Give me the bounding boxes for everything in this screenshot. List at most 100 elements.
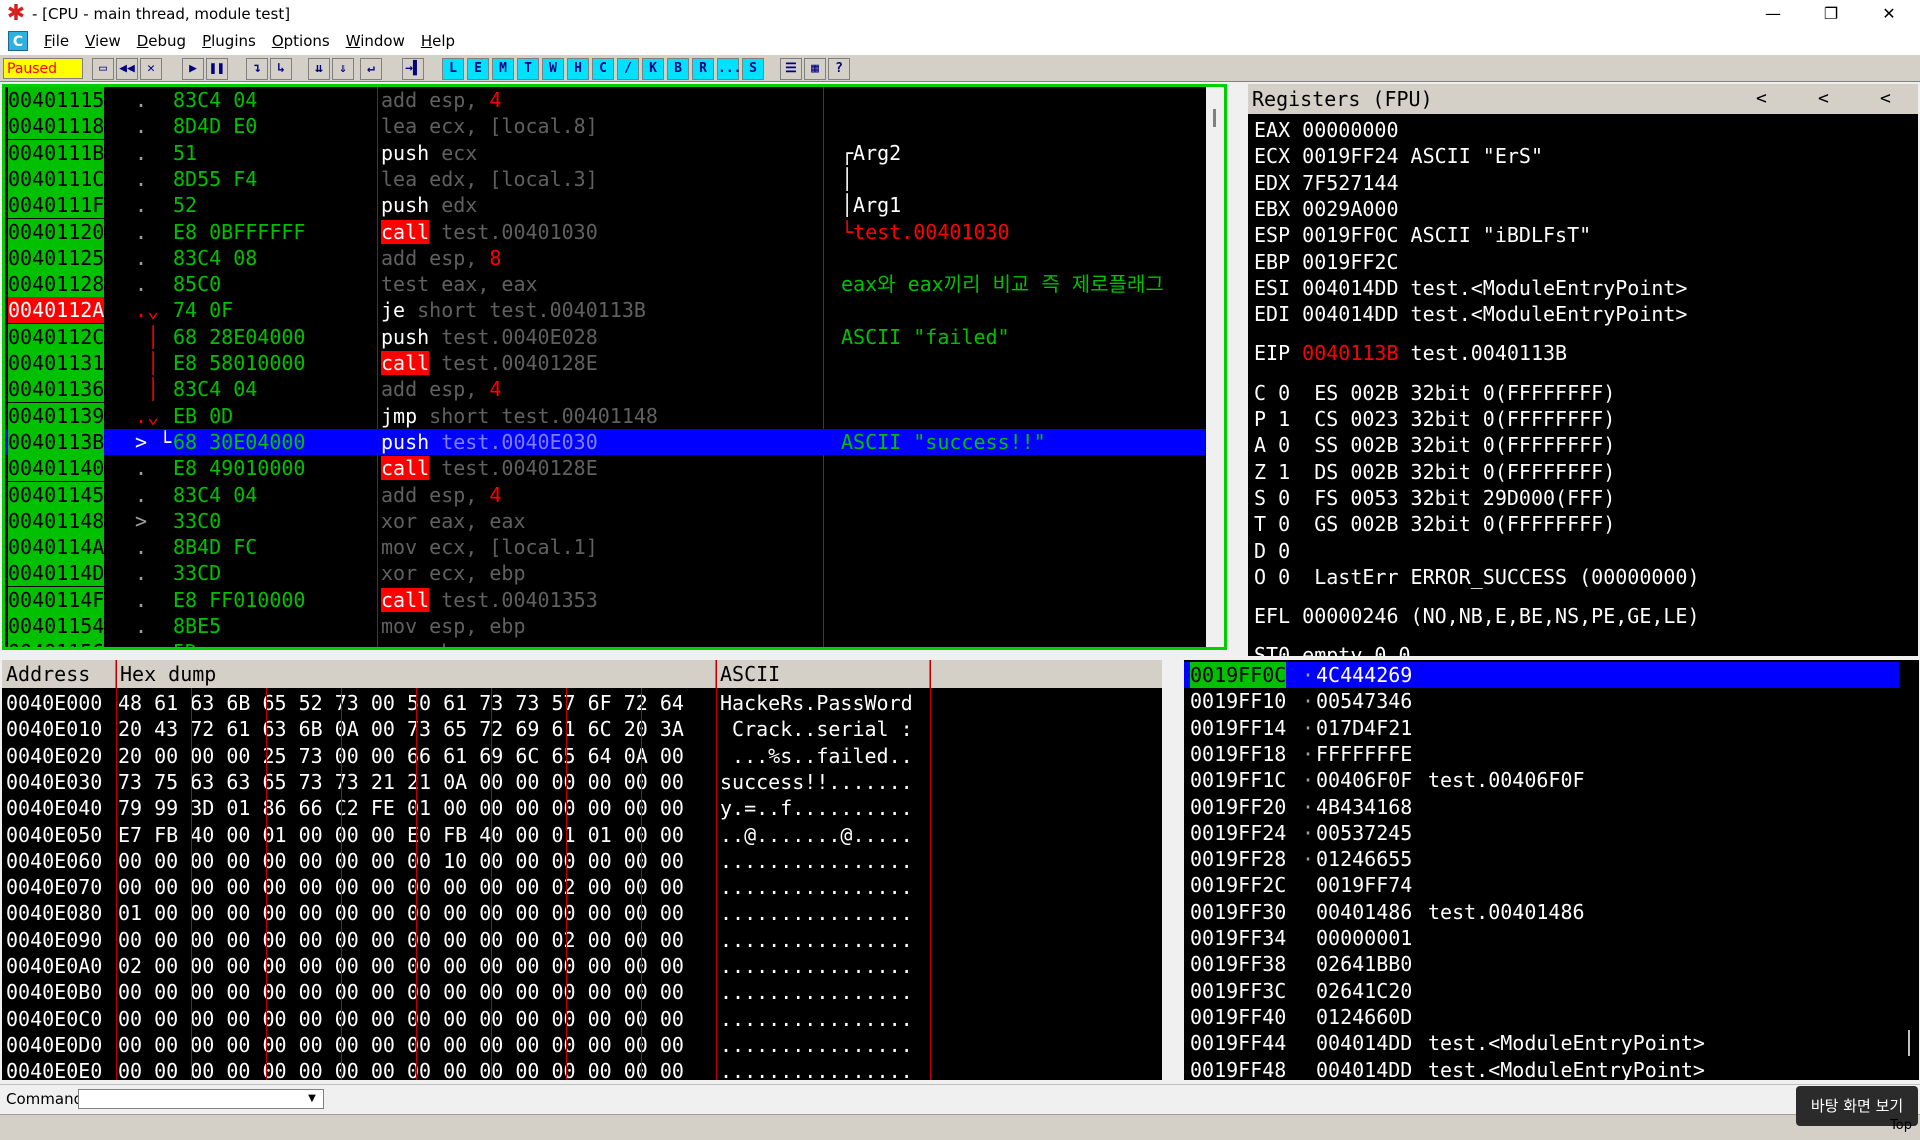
register-row[interactable]: O 0 LastErr ERROR_SUCCESS (00000000) — [1254, 565, 1700, 589]
prev-arrow-icon[interactable]: < — [1818, 84, 1829, 114]
menu-debug[interactable]: Debug — [137, 32, 186, 50]
disassembly-row[interactable]: 0040111F. 52 push edx │Arg1 — [5, 192, 1224, 219]
stack-row[interactable]: 0019FF40 0124660D — [1184, 1004, 1899, 1030]
disassembly-row[interactable]: 00401154. 8BE5 mov esp, ebp — [5, 613, 1224, 639]
stack-row[interactable]: 0019FF18 · FFFFFFFE — [1184, 741, 1899, 767]
dump-row[interactable]: 0040E070 00 00 00 00 00 00 00 00 00 00 00… — [2, 874, 932, 900]
window-button-h[interactable]: H — [567, 58, 589, 80]
dump-row[interactable]: 0040E0B0 00 00 00 00 00 00 00 00 00 00 00… — [2, 979, 932, 1005]
restore-button[interactable]: ❐ — [1802, 0, 1860, 28]
execute-till-return-icon[interactable]: ↵ — [360, 58, 382, 80]
window-button-k[interactable]: K — [642, 58, 664, 80]
trace-over-icon[interactable]: ⇓ — [332, 58, 354, 80]
menu-file[interactable]: File — [44, 32, 69, 50]
list-icon[interactable]: ☰ — [780, 58, 802, 80]
stack-row[interactable]: 0019FF14 · 017D4F21 — [1184, 715, 1899, 741]
chevron-down-icon[interactable]: ▼ — [302, 1090, 322, 1108]
stack-row[interactable]: 0019FF3C 02641C20 — [1184, 978, 1899, 1004]
column-header-address[interactable]: Address — [2, 660, 116, 688]
stack-pane[interactable]: 0019FF0C · 4C444269 0019FF10 · 00547346 0019FF… — [1184, 660, 1919, 1080]
menu-help[interactable]: Help — [421, 32, 455, 50]
disassembly-row[interactable]: 0040114F. E8 FF010000 call test.00401353 — [5, 586, 1224, 613]
close-icon[interactable]: ✕ — [140, 58, 162, 80]
window-button-e[interactable]: E — [467, 58, 489, 80]
stack-row[interactable]: 0019FF38 02641BB0 — [1184, 951, 1899, 977]
step-over-icon[interactable]: ↳ — [270, 58, 292, 80]
register-row[interactable]: EIP 0040113B test.0040113B — [1254, 341, 1567, 365]
register-value[interactable]: 0040113B — [1302, 341, 1398, 365]
disassembly-scrollbar[interactable] — [1206, 87, 1224, 647]
dump-row[interactable]: 0040E020 20 00 00 00 25 73 00 00 66 61 69… — [2, 743, 932, 769]
disassembly-row[interactable]: 00401145. 83C4 04 add esp, 4 — [5, 481, 1224, 508]
disassembly-row[interactable]: 00401136 │ 83C4 04 add esp, 4 — [5, 376, 1224, 403]
stack-row[interactable]: 0019FF34 00000001 — [1184, 925, 1899, 951]
register-row[interactable]: EDI 004014DD test.<ModuleEntryPoint> — [1254, 302, 1687, 326]
register-row[interactable]: A 0 SS 002B 32bit 0(FFFFFFFF) — [1254, 433, 1615, 457]
disassembly-row[interactable]: 00401120. E8 0BFFFFFF call test.00401030 └t… — [5, 218, 1224, 245]
register-row[interactable]: ESP 0019FF0C ASCII "iBDLFsT" — [1254, 223, 1591, 247]
column-header-ascii[interactable]: ASCII — [716, 660, 930, 688]
disassembly-row[interactable]: 0040111B. 51 push ecx ┌Arg2 — [5, 139, 1224, 166]
disassembly-row[interactable]: 0040112C │ 68 28E04000 push test.0040E028 A… — [5, 323, 1224, 350]
prev-arrow-icon[interactable]: < — [1880, 84, 1891, 114]
stack-scrollbar[interactable] — [1899, 660, 1919, 1080]
rewind-icon[interactable]: ◀◀ — [116, 58, 138, 80]
disassembly-row[interactable]: 0040114D. 33CD xor ecx, ebp — [5, 560, 1224, 587]
open-icon[interactable]: ▭ — [92, 58, 114, 80]
dump-row[interactable]: 0040E0C0 00 00 00 00 00 00 00 00 00 00 00… — [2, 1006, 932, 1032]
register-row[interactable]: ESI 004014DD test.<ModuleEntryPoint> — [1254, 276, 1687, 300]
dump-row[interactable]: 0040E050 E7 FB 40 00 01 00 00 00 E0 FB 40… — [2, 822, 932, 848]
disassembly-row[interactable]: 0040114A. 8B4D FC mov ecx, [local.1] — [5, 534, 1224, 561]
disassembly-row[interactable]: 00401148 >33C0 xor eax, eax — [5, 507, 1224, 534]
stack-row[interactable]: 0019FF48 004014DD test.<ModuleEntryPoint> — [1184, 1057, 1899, 1081]
pause-icon[interactable]: ❚❚ — [206, 58, 228, 80]
register-row[interactable]: P 1 CS 0023 32bit 0(FFFFFFFF) — [1254, 407, 1615, 431]
disassembly-row[interactable]: 0040111C. 8D55 F4 lea edx, [local.3] │ — [5, 165, 1224, 192]
dump-row[interactable]: 0040E090 00 00 00 00 00 00 00 00 00 00 00… — [2, 927, 932, 953]
register-row[interactable]: S 0 FS 0053 32bit 29D000(FFF) — [1254, 486, 1615, 510]
disassembly-row[interactable]: 00401115. 83C4 04 add esp, 4 — [5, 87, 1224, 113]
minimize-button[interactable]: — — [1744, 0, 1802, 28]
help-icon[interactable]: ? — [828, 58, 850, 80]
disassembly-pane[interactable]: 00401115. 83C4 04 add esp, 4 00401118. 8D4D … — [2, 84, 1227, 650]
grid-icon[interactable]: ▦ — [804, 58, 826, 80]
registers-pane[interactable]: Registers (FPU) < < < EAX 00000000 ECX 00… — [1248, 84, 1918, 656]
register-row[interactable]: D 0 — [1254, 539, 1290, 563]
menu-options[interactable]: Options — [272, 32, 330, 50]
column-header-hex[interactable]: Hex dump — [116, 660, 716, 688]
window-button-c[interactable]: C — [592, 58, 614, 80]
dump-row[interactable]: 0040E010 20 43 72 61 63 6B 0A 00 73 65 72… — [2, 716, 932, 742]
register-row[interactable]: EAX 00000000 — [1254, 118, 1399, 142]
disassembly-row[interactable]: 0040113B > └ 68 30E04000 push test.0040E030… — [5, 428, 1224, 455]
stack-row[interactable]: 0019FF30 00401486 test.00401486 — [1184, 899, 1899, 925]
close-button[interactable]: ✕ — [1860, 0, 1918, 28]
step-into-icon[interactable]: ↴ — [246, 58, 268, 80]
register-row[interactable]: EBX 0029A000 — [1254, 197, 1399, 221]
window-button-w[interactable]: W — [542, 58, 564, 80]
command-input[interactable] — [78, 1089, 324, 1109]
window-button-patches[interactable]: / — [617, 58, 639, 80]
disassembly-row[interactable]: 00401128. 85C0 test eax, eax eax와 eax끼리 비교 … — [5, 271, 1224, 298]
disassembly-row[interactable]: 00401131 │ E8 58010000 call test.0040128E — [5, 350, 1224, 376]
dump-row[interactable]: 0040E040 79 99 3D 01 86 66 C2 FE 01 00 00… — [2, 795, 932, 821]
dump-row[interactable]: 0040E080 01 00 00 00 00 00 00 00 00 00 00… — [2, 900, 932, 926]
disassembly-row[interactable]: 00401125. 83C4 08 add esp, 8 — [5, 244, 1224, 271]
window-button-s[interactable]: S — [742, 58, 764, 80]
register-row[interactable]: EBP 0019FF2C — [1254, 250, 1399, 274]
window-button-b[interactable]: B — [667, 58, 689, 80]
disassembly-row[interactable]: 00401156. 5D pop ebp — [5, 639, 1224, 647]
go-to-cursor-icon[interactable]: →▌ — [402, 58, 424, 80]
dump-row[interactable]: 0040E060 00 00 00 00 00 00 00 00 00 10 00… — [2, 848, 932, 874]
stack-row[interactable]: 0019FF10 · 00547346 — [1184, 688, 1899, 714]
dump-row[interactable]: 0040E000 48 61 63 6B 65 52 73 00 50 61 73… — [2, 690, 932, 716]
disassembly-row[interactable]: 00401139 .⌄ EB 0D jmp short test.00401148 — [5, 402, 1224, 429]
register-row[interactable]: ECX 0019FF24 ASCII "ErS" — [1254, 144, 1543, 168]
stack-row[interactable]: 0019FF20 · 4B434168 — [1184, 794, 1899, 820]
dump-row[interactable]: 0040E030 73 75 63 63 65 73 73 21 21 0A 00… — [2, 769, 932, 795]
window-button-t[interactable]: T — [517, 58, 539, 80]
stack-row[interactable]: 0019FF24 · 00537245 — [1184, 820, 1899, 846]
stack-row[interactable]: 0019FF0C · 4C444269 — [1184, 662, 1899, 688]
prev-arrow-icon[interactable]: < — [1756, 84, 1767, 114]
window-button-l[interactable]: L — [442, 58, 464, 80]
cpu-window-icon[interactable]: C — [8, 31, 28, 51]
